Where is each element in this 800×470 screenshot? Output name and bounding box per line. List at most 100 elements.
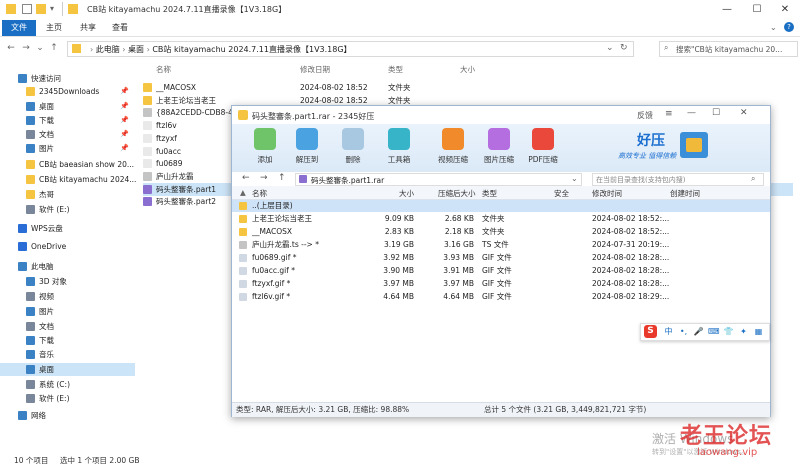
properties-icon[interactable] bbox=[22, 4, 32, 14]
sidebar-item[interactable]: 下载 📌 bbox=[0, 114, 135, 127]
sidebar-item[interactable]: 图片 bbox=[0, 305, 135, 318]
rar-row[interactable]: __MACOSX 2.83 KB 2.18 KB 文件夹 2024-08-02 18:5… bbox=[232, 226, 770, 238]
rar-up-icon[interactable]: ↑ bbox=[278, 173, 286, 183]
rar-row-mtime: 2024-08-02 18:52:... bbox=[592, 214, 670, 223]
rar-row[interactable]: 庐山升龙霸.ts --> * 3.19 GB 3.16 GB TS 文件 2024-07… bbox=[232, 239, 770, 251]
rar-row-name: 庐山升龙霸.ts --> * bbox=[252, 240, 319, 249]
col-type[interactable]: 类型 bbox=[388, 64, 403, 75]
ime-item-icon[interactable]: 中 bbox=[663, 326, 674, 337]
tool-button[interactable]: 视频压缩 bbox=[432, 126, 474, 170]
maximize-icon[interactable]: ☐ bbox=[742, 2, 772, 18]
sidebar-item[interactable]: 音乐 bbox=[0, 348, 135, 361]
tab-share[interactable]: 共享 bbox=[74, 20, 102, 36]
sidebar-item[interactable]: 软件 (E:) bbox=[0, 203, 135, 216]
rar-search-icon[interactable]: ⌕ bbox=[751, 174, 755, 184]
rar-row[interactable]: ..(上层目录) bbox=[232, 200, 770, 212]
rar-col-type[interactable]: 类型 bbox=[482, 188, 497, 199]
file-row[interactable]: __MACOSX 2024-08-02 18:52 文件夹 bbox=[143, 81, 793, 94]
quick-access-dropdown-icon[interactable]: ▾ bbox=[50, 4, 54, 13]
rar-col-packed[interactable]: 压缩后大小 bbox=[438, 188, 476, 199]
menu-icon[interactable]: ≡ bbox=[665, 109, 673, 119]
minimize-icon[interactable]: — bbox=[712, 2, 742, 18]
forward-icon[interactable]: → bbox=[20, 42, 32, 54]
ime-item-icon[interactable]: ✦ bbox=[738, 326, 749, 337]
sidebar-item[interactable]: CB站 baeasian show 20... bbox=[0, 158, 135, 171]
rar-row[interactable]: fu0acc.gif * 3.90 MB 3.91 MB GIF 文件 2024-08-… bbox=[232, 265, 770, 277]
rar-forward-icon[interactable]: → bbox=[260, 173, 268, 183]
address-dropdown-icon[interactable]: ⌄ bbox=[606, 43, 614, 53]
rar-col-size[interactable]: 大小 bbox=[372, 188, 414, 199]
tool-button[interactable]: 删除 bbox=[332, 126, 374, 170]
sidebar-item[interactable]: 快速访问 bbox=[0, 72, 135, 85]
recent-dropdown-icon[interactable]: ⌄ bbox=[34, 42, 46, 54]
sidebar-item-icon bbox=[18, 74, 27, 83]
rar-row-mtime: 2024-07-31 20:19:... bbox=[592, 240, 670, 249]
ime-item-icon[interactable]: ▦ bbox=[753, 326, 764, 337]
sidebar-item[interactable]: 系统 (C:) bbox=[0, 378, 135, 391]
sidebar-item[interactable]: 文档 📌 bbox=[0, 128, 135, 141]
ime-item-icon[interactable]: 👕 bbox=[723, 326, 734, 337]
tool-button[interactable]: PDF压缩 bbox=[522, 126, 564, 170]
sidebar-item[interactable]: WPS云盘 bbox=[0, 222, 135, 235]
rar-col-mtime[interactable]: 修改时间 bbox=[592, 188, 622, 199]
rar-close-icon[interactable]: ✕ bbox=[740, 108, 748, 118]
tab-view[interactable]: 查看 bbox=[106, 20, 134, 36]
rar-path-dropdown-icon[interactable]: ⌄ bbox=[571, 174, 578, 183]
tool-button[interactable]: 添加 bbox=[244, 126, 286, 170]
sidebar-item[interactable]: 桌面 bbox=[0, 363, 135, 376]
tool-button[interactable]: 工具箱 bbox=[378, 126, 420, 170]
rar-col-name[interactable]: 名称 bbox=[252, 188, 267, 199]
crumb-desktop[interactable]: 桌面 bbox=[128, 45, 144, 54]
sidebar-item[interactable]: 网络 bbox=[0, 409, 135, 422]
ime-item-icon[interactable]: •, bbox=[678, 326, 689, 337]
col-size[interactable]: 大小 bbox=[460, 64, 475, 75]
search-input[interactable]: 搜索"CB站 kitayamachu 20... bbox=[676, 44, 782, 55]
sidebar-item[interactable]: 下载 bbox=[0, 334, 135, 347]
rar-row[interactable]: 上老王论坛当老王 9.09 KB 2.68 KB 文件夹 2024-08-02 18:5… bbox=[232, 213, 770, 225]
tool-button[interactable]: 图片压缩 bbox=[478, 126, 520, 170]
address-bar[interactable]: › 此电脑 › 桌面 › CB站 kitayamachu 2024.7.11直播… bbox=[67, 41, 634, 57]
rar-path-input[interactable]: 码头整審条.part1.rar ⌄ bbox=[295, 173, 582, 186]
sidebar-item[interactable]: 文档 bbox=[0, 320, 135, 333]
rar-search-input[interactable]: 在当前目录查找(支持包内搜) bbox=[596, 175, 685, 185]
rar-row[interactable]: ftzyxf.gif * 3.97 MB 3.97 MB GIF 文件 2024-08-… bbox=[232, 278, 770, 290]
col-date[interactable]: 修改日期 bbox=[300, 64, 330, 75]
rar-row[interactable]: fu0689.gif * 3.92 MB 3.93 MB GIF 文件 2024-08-… bbox=[232, 252, 770, 264]
col-name[interactable]: 名称 bbox=[156, 64, 171, 75]
ime-toolbar: S 中 •, 🎤 ⌨ 👕 ✦ ▦ bbox=[640, 323, 770, 341]
sidebar-item[interactable]: 2345Downloads 📌 bbox=[0, 85, 135, 98]
rar-app-icon bbox=[238, 110, 248, 120]
rar-minimize-icon[interactable]: — bbox=[687, 108, 696, 118]
back-icon[interactable]: ← bbox=[5, 42, 17, 54]
rar-back-icon[interactable]: ← bbox=[242, 173, 250, 183]
rar-row[interactable]: ftzl6v.gif * 4.64 MB 4.64 MB GIF 文件 2024-08-… bbox=[232, 291, 770, 303]
sogou-logo-icon[interactable]: S bbox=[644, 325, 657, 338]
up-icon[interactable]: ↑ bbox=[48, 42, 60, 54]
sidebar-item[interactable]: OneDrive bbox=[0, 240, 135, 253]
rar-col-security[interactable]: 安全 bbox=[554, 188, 569, 199]
rar-window: 码头整審条.part1.rar - 2345好压 反馈 ≡ — ☐ ✕ 好压 高… bbox=[231, 105, 771, 417]
sidebar-item-label: 文档 bbox=[39, 130, 54, 139]
rar-col-ctime[interactable]: 创建时间 bbox=[670, 188, 700, 199]
sidebar-item[interactable]: 视频 bbox=[0, 290, 135, 303]
tab-file[interactable]: 文件 bbox=[2, 20, 36, 36]
crumb-folder[interactable]: CB站 kitayamachu 2024.7.11直播录像【1V3.18G】 bbox=[152, 45, 351, 54]
refresh-icon[interactable]: ↻ bbox=[620, 43, 628, 53]
sidebar-item[interactable]: 桌面 📌 bbox=[0, 100, 135, 113]
crumb-this-pc[interactable]: 此电脑 bbox=[96, 45, 120, 54]
sidebar-item[interactable]: 软件 (E:) bbox=[0, 392, 135, 405]
tab-home[interactable]: 主页 bbox=[40, 20, 68, 36]
feedback-link[interactable]: 反馈 bbox=[637, 110, 653, 121]
ime-item-icon[interactable]: ⌨ bbox=[708, 326, 720, 337]
sidebar-item[interactable]: 杰哥 bbox=[0, 188, 135, 201]
tool-icon bbox=[442, 128, 464, 150]
sidebar-item[interactable]: 图片 📌 bbox=[0, 142, 135, 155]
new-folder-icon[interactable] bbox=[36, 4, 46, 14]
sidebar-item[interactable]: CB站 kitayamachu 2024... bbox=[0, 173, 136, 186]
tool-button[interactable]: 解压到 bbox=[286, 126, 328, 170]
sidebar-item[interactable]: 此电脑 bbox=[0, 260, 135, 273]
sidebar-item[interactable]: 3D 对象 bbox=[0, 275, 135, 288]
rar-search-box[interactable]: 在当前目录查找(支持包内搜) ⌕ bbox=[592, 173, 764, 186]
rar-maximize-icon[interactable]: ☐ bbox=[712, 108, 720, 118]
ime-item-icon[interactable]: 🎤 bbox=[693, 326, 704, 337]
